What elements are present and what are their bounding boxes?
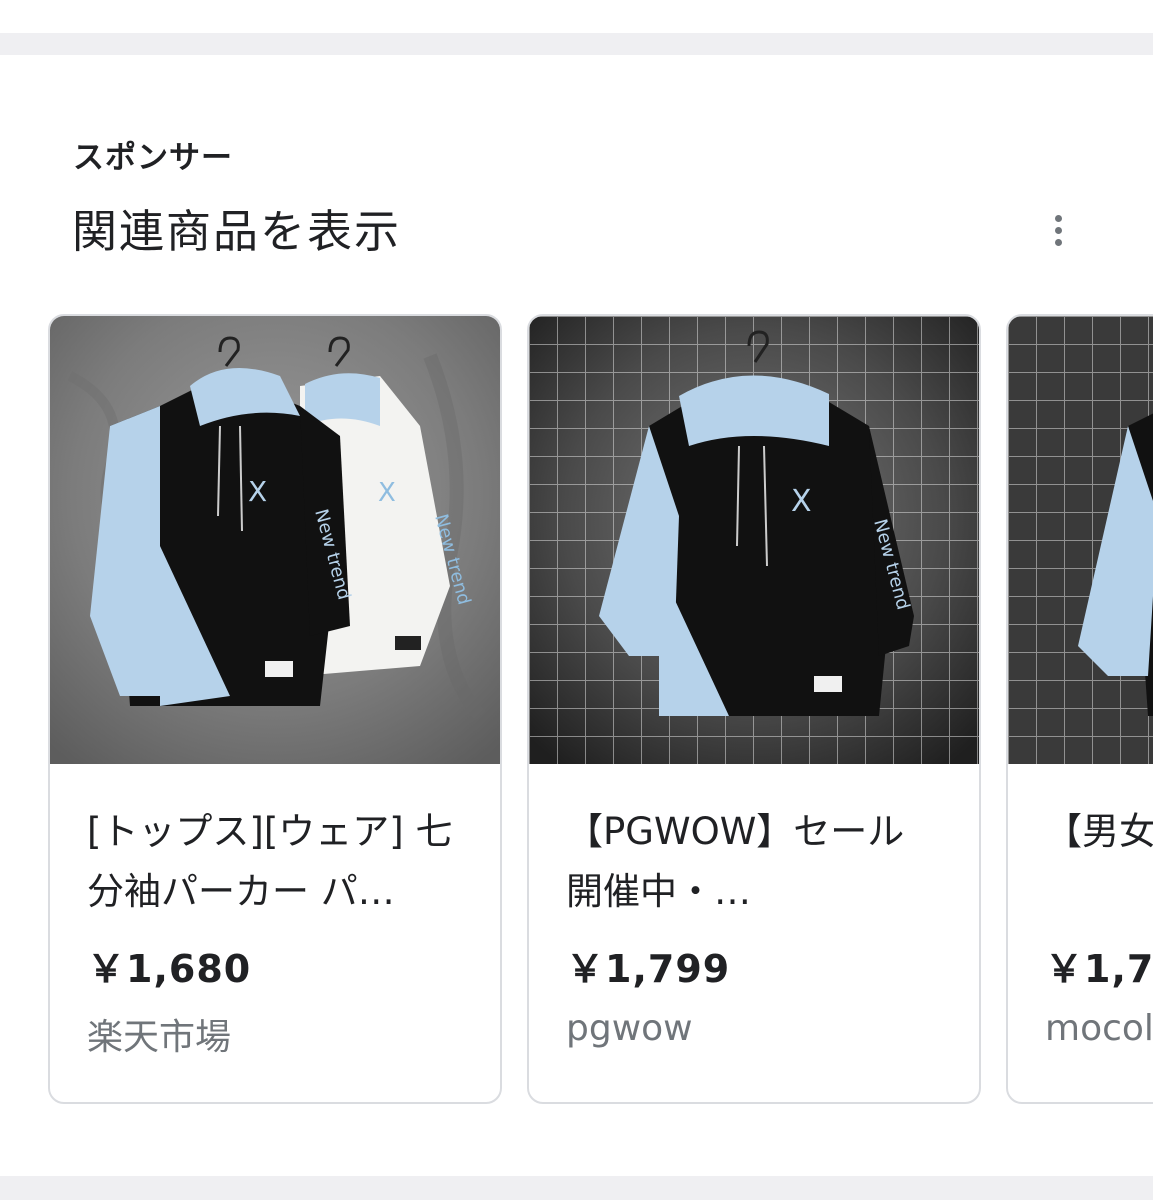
product-card[interactable]: 【男女 抜群 酉 ￥1,79 mocol bbox=[1006, 314, 1153, 1104]
section-title: 関連商品を表示 bbox=[72, 205, 402, 258]
product-title[interactable]: [トップス][ウェア] 七分袖パーカー パ… bbox=[87, 802, 472, 922]
product-store: 楽天市場 bbox=[87, 1017, 232, 1058]
section-divider-top bbox=[0, 33, 1153, 55]
product-title[interactable]: 【PGWOW】セール 開催中・… bbox=[566, 802, 951, 922]
product-title[interactable]: 【男女 抜群 酉 bbox=[1045, 802, 1153, 862]
product-store: mocol bbox=[1045, 1008, 1153, 1049]
section-divider-bottom bbox=[0, 1176, 1153, 1200]
svg-text:X: X bbox=[378, 478, 396, 508]
top-band bbox=[0, 0, 1153, 33]
product-price: ￥1,79 bbox=[1045, 947, 1153, 991]
product-image bbox=[1008, 316, 1153, 764]
more-vert-icon bbox=[1054, 212, 1062, 248]
product-store: pgwow bbox=[566, 1008, 693, 1049]
product-carousel[interactable]: X New trend X New trend [トップス][ウェア] 七分袖パ… bbox=[0, 314, 1153, 1104]
sponsored-label: スポンサー bbox=[73, 140, 233, 176]
svg-text:X: X bbox=[248, 475, 267, 508]
svg-text:X: X bbox=[791, 484, 812, 519]
product-price: ￥1,680 bbox=[87, 947, 252, 991]
more-options-button[interactable] bbox=[1038, 206, 1078, 254]
product-image: X New trend bbox=[529, 316, 979, 764]
product-price: ￥1,799 bbox=[566, 947, 731, 991]
product-card[interactable]: X New trend X New trend [トップス][ウェア] 七分袖パ… bbox=[48, 314, 502, 1104]
product-image: X New trend X New trend bbox=[50, 316, 500, 764]
product-card[interactable]: X New trend 【PGWOW】セール 開催中・… ￥1,799 pgwo… bbox=[527, 314, 981, 1104]
